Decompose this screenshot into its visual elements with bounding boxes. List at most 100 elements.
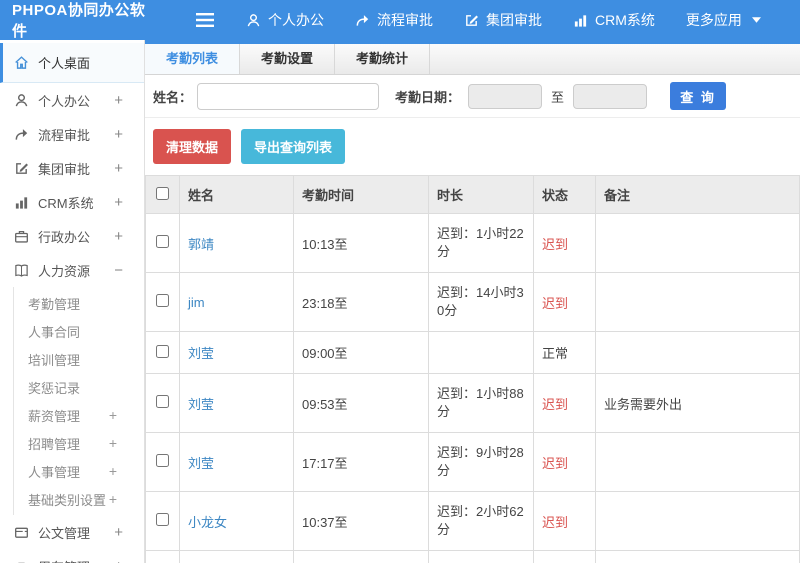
- sidebar-item-workflow-approval[interactable]: 流程审批 +: [0, 117, 144, 151]
- status-cell: 迟到: [533, 272, 596, 332]
- time-cell: 09:53至: [293, 373, 429, 433]
- book-icon: [14, 263, 29, 278]
- name-input[interactable]: [197, 82, 380, 110]
- tab-attendance-settings[interactable]: 考勤设置: [240, 44, 336, 74]
- sidebar-subitem-recruitment-management[interactable]: 招聘管理 +: [14, 429, 144, 457]
- row-checkbox[interactable]: [156, 294, 169, 307]
- date-to-input[interactable]: [573, 83, 648, 109]
- sidebar-subitem-personnel-management[interactable]: 人事管理 +: [14, 457, 144, 485]
- sidebar-subitem-label: 人事管理: [28, 464, 81, 480]
- tab-bar: 考勤列表 考勤设置 考勤统计: [145, 44, 800, 75]
- select-all-checkbox[interactable]: [156, 186, 169, 200]
- sidebar-subitem-attendance-management[interactable]: 考勤管理: [14, 289, 144, 317]
- sidebar-item-label: 行政办公: [38, 229, 91, 245]
- nav-item-personal-office[interactable]: 个人办公: [246, 10, 324, 30]
- expand-toggle-icon[interactable]: +: [114, 558, 123, 563]
- expand-toggle-icon[interactable]: −: [114, 262, 123, 279]
- filter-form: 姓名： 考勤日期： 至 查 询: [145, 75, 800, 118]
- employee-name-link[interactable]: 刘莹: [188, 456, 214, 471]
- sidebar-subitem-label: 奖惩记录: [28, 380, 81, 396]
- search-button[interactable]: 查 询: [670, 82, 727, 110]
- row-select-cell: [145, 373, 180, 433]
- employee-name-link[interactable]: jim: [188, 295, 205, 310]
- date-from-input[interactable]: [468, 83, 543, 109]
- status-cell: 迟到: [533, 373, 596, 433]
- sidebar-subitem-salary-management[interactable]: 薪资管理 +: [14, 401, 144, 429]
- sidebar-subitem-label: 招聘管理: [28, 436, 81, 452]
- nav-item-more-apps[interactable]: 更多应用: [686, 10, 761, 30]
- sidebar-item-crm-system[interactable]: CRM系统 +: [0, 185, 144, 219]
- date-label: 考勤日期：: [395, 89, 461, 105]
- expand-toggle-icon[interactable]: +: [109, 435, 117, 451]
- note-cell: 业务需要外出: [595, 373, 800, 433]
- table-row: jim 23:18至 迟到：14小时30分 迟到: [145, 272, 800, 332]
- sidebar-item-personal-desktop[interactable]: 个人桌面: [0, 43, 144, 83]
- expand-toggle-icon[interactable]: +: [109, 407, 117, 423]
- nav-item-label: 流程审批: [377, 12, 433, 28]
- sidebar-item-document-management[interactable]: 公文管理 +: [0, 515, 144, 549]
- sidebar-item-human-resources[interactable]: 人力资源 −: [0, 253, 144, 287]
- sidebar-subitem-basic-category-settings[interactable]: 基础类别设置 +: [14, 485, 144, 513]
- sidebar-item-vehicle-management[interactable]: 用车管理 +: [0, 549, 144, 563]
- row-checkbox[interactable]: [156, 513, 169, 526]
- expand-toggle-icon[interactable]: +: [114, 92, 123, 109]
- status-cell: 迟到: [533, 491, 596, 551]
- column-header: 姓名: [179, 175, 294, 214]
- expand-toggle-icon[interactable]: +: [114, 194, 123, 211]
- nav-item-group-approval[interactable]: 集团审批: [464, 10, 542, 30]
- sidebar-item-group-approval[interactable]: 集团审批 +: [0, 151, 144, 185]
- expand-toggle-icon[interactable]: +: [109, 463, 117, 479]
- table-row: 管理员10:54至10:54迟到：2小时90分早退：7小时10分迟到/早退111…: [145, 550, 800, 563]
- tab-attendance-list[interactable]: 考勤列表: [145, 44, 241, 74]
- expand-toggle-icon[interactable]: +: [114, 126, 123, 143]
- sidebar-subitem-reward-punishment[interactable]: 奖惩记录: [14, 373, 144, 401]
- clean-data-button[interactable]: 清理数据: [153, 129, 232, 164]
- duration-cell: 迟到：14小时30分: [428, 272, 534, 332]
- sidebar-item-personal-office[interactable]: 个人办公 +: [0, 83, 144, 117]
- flow-icon: [14, 127, 29, 142]
- name-cell: 管理员: [179, 550, 294, 563]
- row-checkbox[interactable]: [156, 454, 169, 467]
- table-row: 刘莹 17:17至 迟到：9小时28分 迟到: [145, 432, 800, 492]
- sidebar-item-label: 用车管理: [38, 557, 90, 563]
- note-cell: [595, 213, 800, 273]
- row-checkbox[interactable]: [156, 344, 169, 358]
- nav-item-workflow-approval[interactable]: 流程审批: [355, 10, 433, 30]
- menu-toggle-icon[interactable]: [196, 13, 214, 27]
- table-body: 郭靖 10:13至 迟到：1小时22分 迟到 jim 23:18至 迟到：14小时30分 迟到…: [145, 213, 800, 563]
- nav-item-label: CRM系统: [595, 12, 655, 28]
- row-checkbox[interactable]: [156, 395, 169, 408]
- chart-icon: [14, 195, 29, 210]
- sidebar-subitem-personnel-contract[interactable]: 人事合同: [14, 317, 144, 345]
- employee-name-link[interactable]: 刘莹: [188, 397, 214, 412]
- attendance-table: 姓名 考勤时间 时长 状态 备注 郭靖 10:13至 迟到：1小时22分 迟到 jim 23:18…: [145, 175, 800, 563]
- sidebar: 个人桌面 个人办公 + 流程审批 + 集团审批 + CRM系统 + 行政办公 + 人力资源 − 考勤管理人…: [0, 40, 145, 563]
- name-label: 姓名：: [153, 89, 193, 105]
- briefcase-icon: [14, 229, 29, 244]
- employee-name-link[interactable]: 小龙女: [188, 515, 227, 530]
- expand-toggle-icon[interactable]: +: [114, 228, 123, 245]
- expand-toggle-icon[interactable]: +: [114, 524, 123, 541]
- app-logo: PHPOA协同办公软件: [12, 2, 146, 40]
- row-checkbox[interactable]: [156, 235, 169, 248]
- time-cell: 17:17至: [293, 432, 429, 492]
- name-cell: 刘莹: [179, 373, 294, 433]
- expand-toggle-icon[interactable]: +: [114, 160, 123, 177]
- status-badge: 迟到: [542, 295, 569, 311]
- nav-item-crm-system[interactable]: CRM系统: [573, 10, 655, 30]
- main-content: 考勤列表 考勤设置 考勤统计 姓名： 考勤日期： 至 查 询 清理数据 导出查询列表…: [145, 40, 800, 563]
- sidebar-item-label: CRM系统: [38, 195, 94, 211]
- select-all-header-cell: [145, 175, 180, 214]
- column-header: 时长: [428, 175, 534, 214]
- expand-toggle-icon[interactable]: +: [109, 491, 117, 507]
- time-cell: 23:18至: [293, 272, 429, 332]
- tab-attendance-statistics[interactable]: 考勤统计: [335, 44, 431, 74]
- sidebar-item-admin-office[interactable]: 行政办公 +: [0, 219, 144, 253]
- duration-line: 迟到：2小时62分: [437, 504, 524, 537]
- row-select-cell: [145, 213, 180, 273]
- table-row: 刘莹 09:00至 正常: [145, 331, 800, 374]
- employee-name-link[interactable]: 郭靖: [188, 237, 214, 252]
- employee-name-link[interactable]: 刘莹: [188, 346, 214, 361]
- sidebar-subitem-training-management[interactable]: 培训管理: [14, 345, 144, 373]
- export-list-button[interactable]: 导出查询列表: [241, 129, 346, 164]
